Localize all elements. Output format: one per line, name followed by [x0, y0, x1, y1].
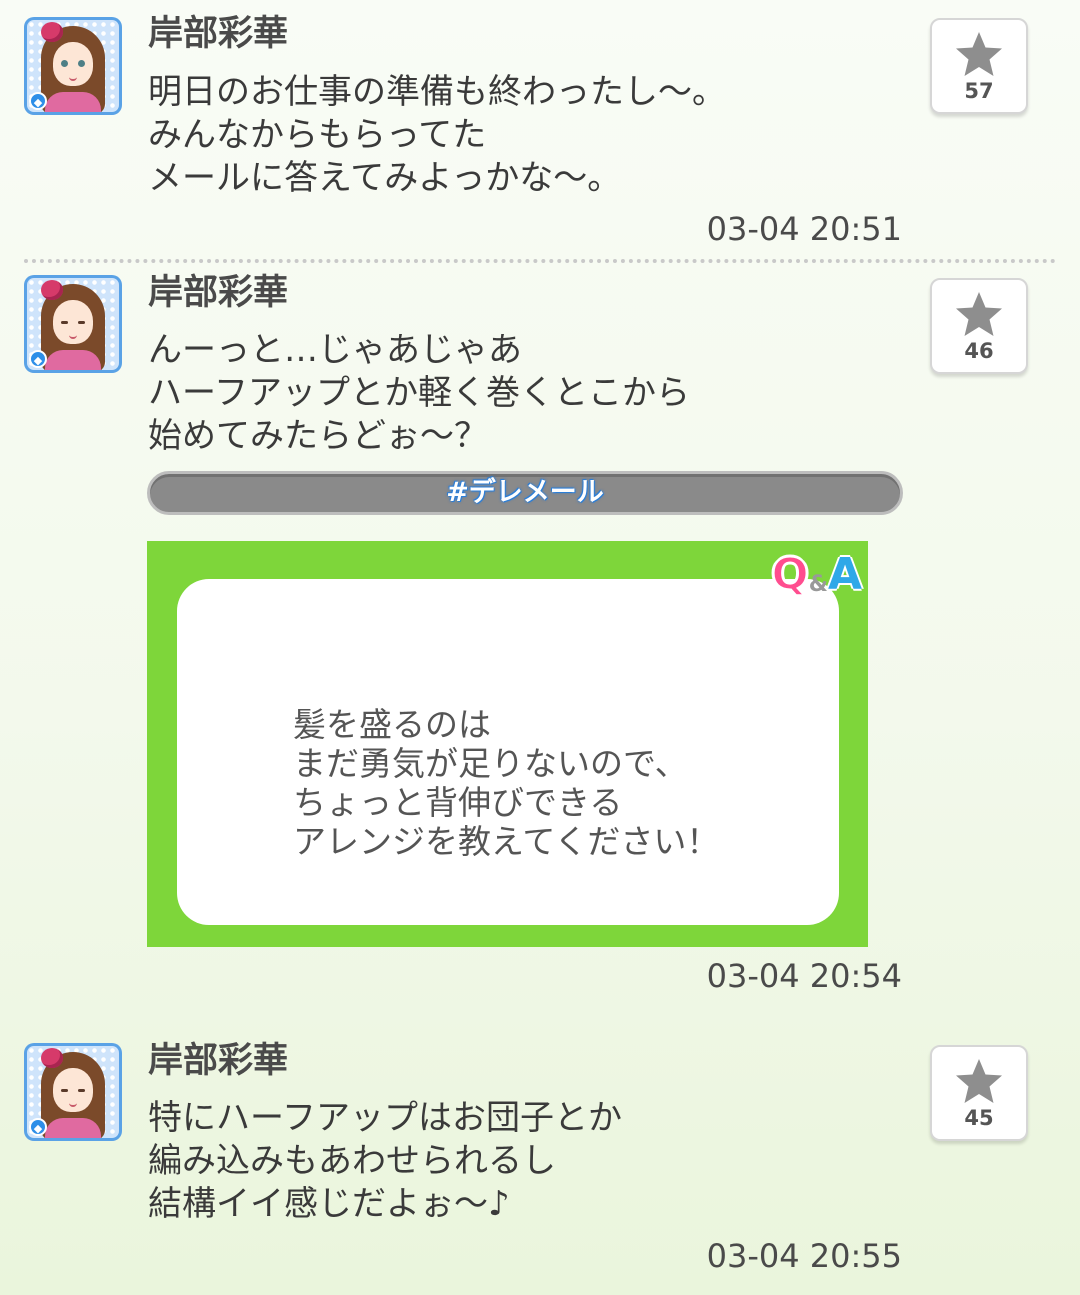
star-icon — [956, 1059, 1002, 1103]
diamond-icon: ◆ — [29, 92, 47, 110]
author-name: 岸部彩華 — [148, 1041, 289, 1081]
post-text-line: 特にハーフアップはお団子とか — [148, 1098, 622, 1138]
qa-attachment-image[interactable]: 髪を盛るのは まだ勇気が足りないので、 ちょっと背伸びできる アレンジを教えてく… — [147, 541, 868, 947]
hair-flower — [41, 22, 63, 42]
favorite-button[interactable]: 46 — [930, 278, 1028, 374]
eye — [78, 60, 85, 67]
qa-text-line: ちょっと背伸びできる — [293, 783, 623, 822]
qa-text-line: 髪を盛るのは — [293, 705, 491, 744]
star-icon — [956, 292, 1002, 336]
qa-card-panel: 髪を盛るのは まだ勇気が足りないので、 ちょっと背伸びできる アレンジを教えてく… — [177, 579, 839, 925]
avatar[interactable]: ◆ — [24, 1043, 122, 1141]
post-text-line: みんなからもらってた — [148, 115, 487, 155]
dress — [45, 1118, 101, 1138]
timestamp: 03-04 20:54 — [706, 957, 902, 995]
timestamp: 03-04 20:55 — [706, 1237, 902, 1275]
favorite-button[interactable]: 57 — [930, 18, 1028, 114]
qa-text-line: まだ勇気が足りないので、 — [293, 744, 688, 783]
eye — [78, 1089, 85, 1092]
qa-text-line: アレンジを教えてください！ — [293, 822, 720, 861]
qa-logo-q: Q — [770, 548, 809, 601]
avatar-image: ◆ — [27, 20, 119, 112]
post-text-line: 結構イイ感じだよぉ〜♪ — [148, 1184, 510, 1224]
diamond-icon: ◆ — [29, 350, 47, 368]
qa-logo-amp: & — [808, 572, 828, 597]
avatar-image: ◆ — [27, 1046, 119, 1138]
post-text-line: んーっと…じゃあじゃあ — [148, 330, 522, 370]
timestamp: 03-04 20:51 — [706, 210, 902, 248]
eye — [78, 321, 85, 324]
hashtag-link[interactable]: #デレメール — [147, 471, 903, 515]
author-name: 岸部彩華 — [148, 273, 289, 313]
favorite-count: 57 — [964, 79, 994, 103]
post-text-line: 編み込みもあわせられるし — [148, 1141, 556, 1181]
post-divider — [24, 259, 1056, 263]
favorite-button[interactable]: 45 — [930, 1045, 1028, 1141]
eye — [61, 1089, 68, 1092]
post-text-line: メールに答えてみよっかな〜。 — [148, 158, 622, 198]
favorite-count: 45 — [964, 1106, 994, 1130]
post-text-line: 明日のお仕事の準備も終わったし〜。 — [148, 72, 726, 112]
post-text: んーっと…じゃあじゃあ ハーフアップとか軽く巻くとこから 始めてみたらどぉ〜？ — [148, 329, 690, 458]
dress — [45, 92, 101, 112]
star-icon — [956, 32, 1002, 76]
eye — [61, 321, 68, 324]
qa-logo: Q&A — [770, 548, 862, 605]
post-text: 特にハーフアップはお団子とか 編み込みもあわせられるし 結構イイ感じだよぉ〜♪ — [148, 1097, 622, 1226]
avatar[interactable]: ◆ — [24, 17, 122, 115]
author-name: 岸部彩華 — [148, 14, 289, 54]
hashtag-label: #デレメール — [446, 477, 604, 508]
avatar[interactable]: ◆ — [24, 275, 122, 373]
qa-logo-a: A — [827, 549, 862, 600]
favorite-count: 46 — [964, 339, 994, 363]
hair-flower — [41, 280, 63, 300]
diamond-icon: ◆ — [29, 1118, 47, 1136]
avatar-image: ◆ — [27, 278, 119, 370]
dress — [45, 350, 101, 370]
post-text-line: ハーフアップとか軽く巻くとこから — [148, 373, 690, 413]
post-text-line: 始めてみたらどぉ〜？ — [148, 416, 488, 456]
qa-question-text: 髪を盛るのは まだ勇気が足りないので、 ちょっと背伸びできる アレンジを教えてく… — [293, 705, 719, 861]
hair-flower — [41, 1048, 63, 1068]
eye — [61, 60, 68, 67]
post-text: 明日のお仕事の準備も終わったし〜。 みんなからもらってた メールに答えてみよっか… — [148, 71, 726, 200]
